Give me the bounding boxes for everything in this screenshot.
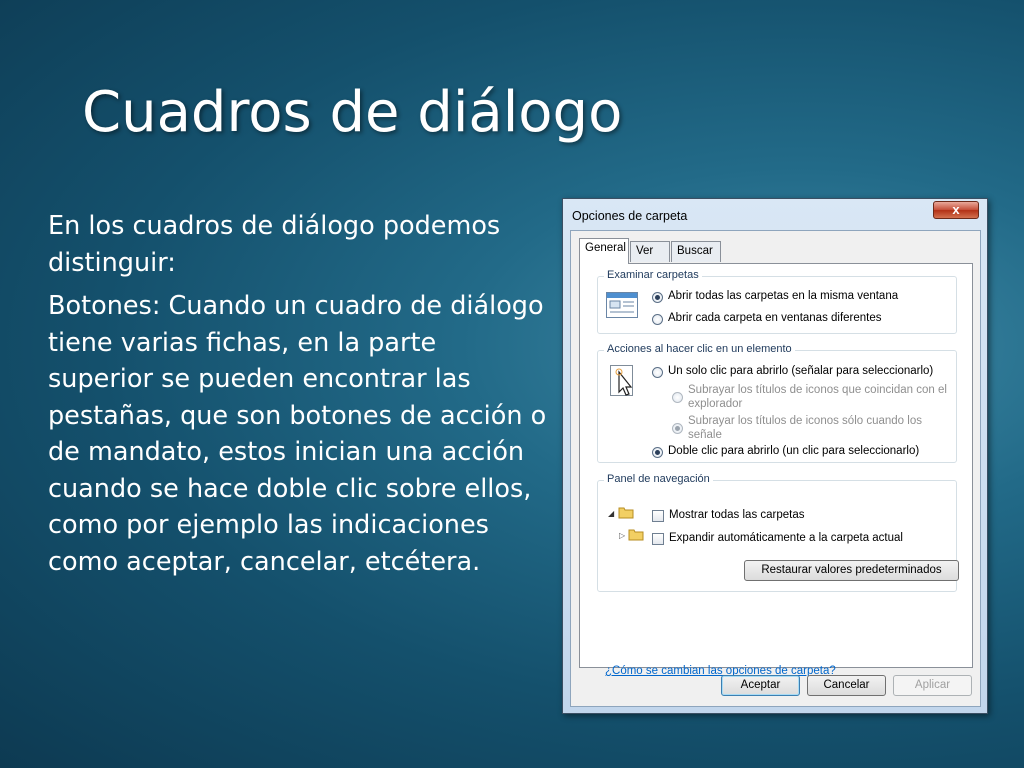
restore-defaults-button[interactable]: Restaurar valores predeterminados	[744, 560, 959, 581]
option-label-single-click: Un solo clic para abrirlo (señalar para …	[668, 365, 934, 377]
cancel-button[interactable]: Cancelar	[807, 675, 886, 696]
checkbox-show-all-folders[interactable]	[652, 510, 664, 522]
folder-options-dialog: Opciones de carpeta x General Ver Buscar…	[562, 198, 988, 714]
radio-underline-browser[interactable]	[672, 392, 683, 403]
tree-expanded-icon: ◢	[608, 509, 615, 518]
tree-collapsed-icon: ▷	[619, 531, 626, 540]
tab-buscar[interactable]: Buscar	[671, 241, 721, 262]
radio-single-click[interactable]	[652, 367, 663, 378]
radio-double-click[interactable]	[652, 447, 663, 458]
tab-panel-general: Examinar carpetas Abrir todas las carpet…	[579, 263, 973, 677]
option-label-double-click: Doble clic para abrirlo (un clic para se…	[668, 445, 920, 457]
radio-different-windows[interactable]	[652, 314, 663, 325]
tab-general[interactable]: General	[579, 238, 629, 264]
slide-paragraph-buttons: Botones: Cuando un cuadro de diálogo tie…	[48, 291, 547, 577]
group-navigation-pane: Panel de navegación ◢ Mostrar todas las …	[597, 473, 959, 592]
ok-button[interactable]: Aceptar	[721, 675, 800, 696]
dialog-client-area: General Ver Buscar Examinar carpetas Abr…	[570, 230, 981, 707]
folder-icon	[618, 507, 634, 519]
radio-underline-hover[interactable]	[672, 423, 683, 434]
group-browse-folders: Examinar carpetas Abrir todas las carpet…	[597, 269, 957, 334]
group-label-nav: Panel de navegación	[604, 473, 713, 485]
close-button[interactable]: x	[933, 201, 979, 219]
option-label-same-window: Abrir todas las carpetas en la misma ven…	[668, 290, 899, 302]
group-click-actions: Acciones al hacer clic en un elemento Un…	[597, 343, 957, 463]
folder-icon	[628, 529, 644, 541]
option-label-underline-hover: Subrayar los títulos de iconos sólo cuan…	[688, 415, 922, 441]
close-icon: x	[952, 202, 960, 217]
option-label-different-windows: Abrir cada carpeta en ventanas diferente…	[668, 312, 882, 324]
help-link[interactable]: ¿Cómo se cambian las opciones de carpeta…	[605, 665, 836, 677]
slide-title: Cuadros de diálogo	[82, 80, 623, 145]
group-label-click: Acciones al hacer clic en un elemento	[604, 343, 795, 355]
option-label-underline-browser: Subrayar los títulos de iconos que coinc…	[688, 384, 947, 410]
checkbox-expand-current[interactable]	[652, 533, 664, 545]
group-label-browse: Examinar carpetas	[604, 269, 702, 281]
slide-body: En los cuadros de diálogo podemos distin…	[48, 208, 548, 587]
option-label-show-all-folders: Mostrar todas las carpetas	[669, 509, 805, 521]
pointer-icon	[610, 365, 633, 396]
tab-ver[interactable]: Ver	[630, 241, 670, 262]
apply-button[interactable]: Aplicar	[893, 675, 972, 696]
option-label-expand-current: Expandir automáticamente a la carpeta ac…	[669, 532, 903, 544]
radio-same-window[interactable]	[652, 292, 663, 303]
window-icon	[606, 292, 638, 318]
slide-paragraph-intro: En los cuadros de diálogo podemos distin…	[48, 211, 501, 278]
dialog-titlebar[interactable]: Opciones de carpeta x	[563, 199, 987, 231]
dialog-title: Opciones de carpeta	[572, 209, 688, 223]
